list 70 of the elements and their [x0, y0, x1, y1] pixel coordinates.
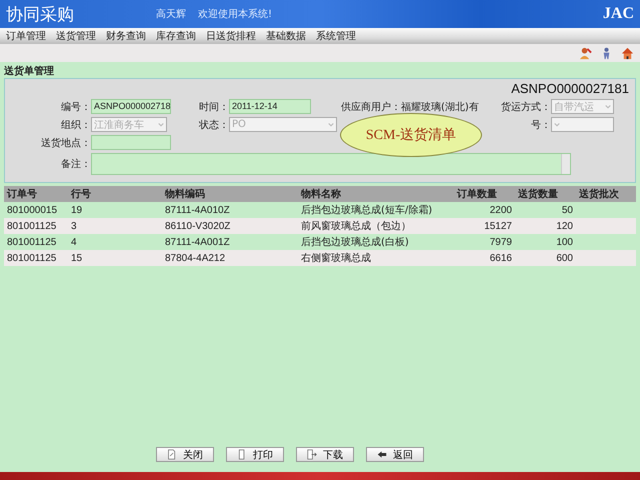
app-title: 协同采购: [6, 4, 75, 26]
input-field[interactable]: ASNPO000002718: [91, 99, 171, 114]
button[interactable]: 打印: [226, 447, 284, 462]
table-cell: 15127: [454, 218, 515, 234]
brand-logo: JAC: [602, 5, 634, 23]
user-name: 高天辉: [156, 8, 186, 21]
table-cell: 801000015: [4, 202, 68, 218]
field-label: 编号：: [60, 100, 91, 114]
table-cell: 100: [515, 234, 576, 250]
table-cell: 120: [515, 218, 576, 234]
column-header: 行号: [68, 186, 162, 202]
menu-item[interactable]: 送货管理: [56, 29, 96, 43]
input-field[interactable]: 2011-12-14: [229, 99, 311, 114]
column-header: 送货批次: [576, 186, 636, 202]
table-cell: 3: [68, 218, 162, 234]
table-cell: 4: [68, 234, 162, 250]
input-field[interactable]: [91, 135, 171, 150]
page-icon: [237, 449, 247, 460]
column-header: 物料名称: [298, 186, 454, 202]
text-area[interactable]: [91, 153, 571, 175]
column-header: 订单数量: [454, 186, 515, 202]
scrollbar[interactable]: [561, 154, 570, 174]
menu-item[interactable]: 基础数据: [266, 29, 306, 43]
menu-item[interactable]: 订单管理: [6, 29, 46, 43]
person-icon[interactable]: [579, 46, 592, 60]
button[interactable]: 返回: [366, 447, 424, 462]
table-cell: 801001125: [4, 234, 68, 250]
callout-label: SCM-送货清单: [340, 113, 482, 157]
field-label: 组织：: [60, 118, 91, 132]
table-cell: 15: [68, 250, 162, 266]
menu-item[interactable]: 系统管理: [316, 29, 356, 43]
menu-item[interactable]: 财务查询: [106, 29, 146, 43]
field-label: 备注：: [60, 158, 91, 171]
field-label: 状态：: [198, 118, 229, 132]
table-cell: 6616: [454, 250, 515, 266]
field-label: 号：: [530, 118, 551, 132]
table-cell: 87111-4A010Z: [162, 202, 298, 218]
field-label: 货运方式：: [500, 100, 551, 114]
column-header: 物料编码: [162, 186, 298, 202]
left-arrow-icon: [377, 449, 387, 460]
table-cell: 50: [515, 202, 576, 218]
table-cell: 后挡包边玻璃总成(白板): [298, 234, 454, 250]
column-header: 送货数量: [515, 186, 576, 202]
document-number: ASNPO0000027181: [510, 81, 629, 96]
table-cell: 后挡包边玻璃总成(短车/除霜): [298, 202, 454, 218]
table-cell: 7979: [454, 234, 515, 250]
table-cell: 87804-4A212: [162, 250, 298, 266]
menu-item[interactable]: 库存查询: [156, 29, 196, 43]
table-cell: 600: [515, 250, 576, 266]
table-cell: 前风窗玻璃总成（包边）: [298, 218, 454, 234]
field-label: 供应商用户：: [341, 100, 401, 114]
table-cell: 2200: [454, 202, 515, 218]
table-cell: 801001125: [4, 250, 68, 266]
welcome-text: 欢迎使用本系统!: [198, 8, 274, 21]
table-cell: 19: [68, 202, 162, 218]
field-value: 福耀玻璃(湖北)有: [401, 100, 479, 114]
table-cell: 801001125: [4, 218, 68, 234]
field-label: 送货地点：: [40, 136, 91, 150]
menu-item[interactable]: 日送货排程: [206, 29, 256, 43]
section-title: 送货单管理: [4, 64, 55, 78]
button[interactable]: 下载: [296, 447, 354, 462]
column-header: 订单号: [4, 186, 68, 202]
button[interactable]: 关闭: [156, 447, 214, 462]
table-cell: 86110-V3020Z: [162, 218, 298, 234]
field-label: 时间：: [198, 100, 229, 114]
table-cell: 87111-4A001Z: [162, 234, 298, 250]
document-icon: [167, 449, 177, 460]
house-icon[interactable]: [621, 46, 634, 60]
export-icon: [307, 449, 317, 460]
table-cell: 右侧窗玻璃总成: [298, 250, 454, 266]
